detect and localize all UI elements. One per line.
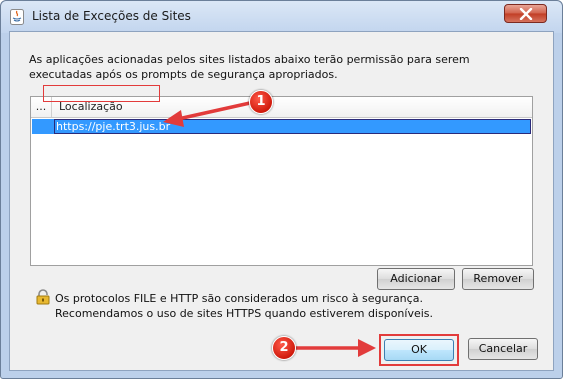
step-1-badge: 1: [249, 90, 273, 114]
step-2-badge: 2: [272, 336, 296, 360]
arrow-1: [177, 101, 251, 121]
annotation-arrows: [163, 101, 376, 357]
arrow-2-head: [358, 339, 376, 357]
arrow-1-head: [163, 110, 184, 127]
